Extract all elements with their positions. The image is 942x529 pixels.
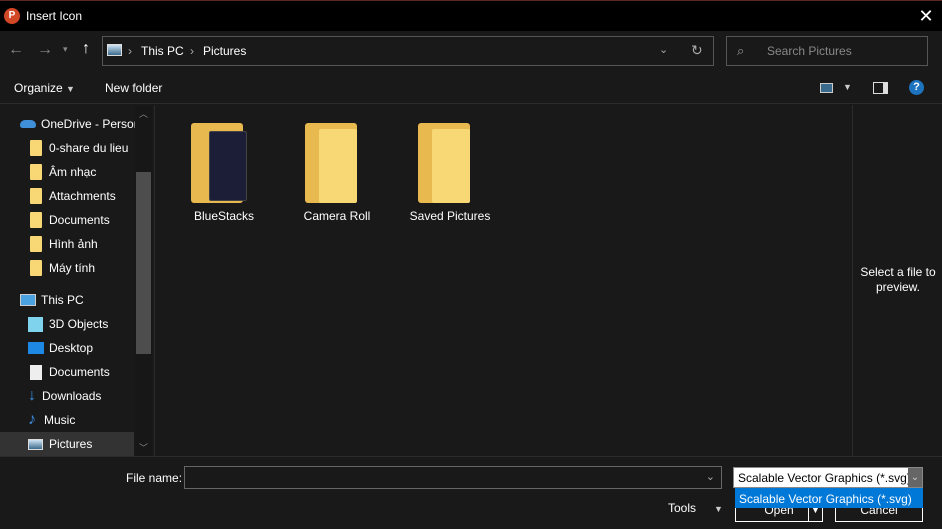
refresh-icon[interactable]: ↻	[691, 42, 703, 59]
computer-icon	[20, 294, 36, 306]
navigation-pane: OneDrive - Personal 0-share du lieu Âm n…	[0, 105, 153, 456]
sidebar-item-label: Âm nhạc	[49, 165, 97, 179]
view-dropdown-icon[interactable]: ▼	[843, 82, 852, 92]
sidebar-item-label: Documents	[49, 213, 110, 227]
sidebar-item-label: OneDrive - Personal	[41, 117, 150, 131]
help-icon[interactable]: ?	[909, 80, 924, 95]
chevron-down-icon[interactable]: ⌄	[706, 470, 715, 483]
sidebar-item-label: Downloads	[42, 389, 102, 403]
address-dropdown-icon[interactable]: ⌄	[659, 43, 668, 56]
breadcrumb-pictures[interactable]: Pictures	[203, 44, 246, 58]
file-list: BlueStacks Camera Roll Saved Pictures	[154, 105, 852, 456]
pictures-icon	[28, 438, 43, 450]
tools-label: Tools	[668, 501, 697, 515]
preview-pane: Select a file to preview.	[852, 105, 942, 456]
file-type-select[interactable]: Scalable Vector Graphics (*.svg) ⌄	[733, 467, 923, 488]
file-name: BlueStacks	[193, 209, 255, 223]
folder-icon	[30, 164, 42, 180]
new-folder-button[interactable]: New folder	[105, 81, 162, 95]
scroll-up-icon[interactable]: ︿	[139, 107, 148, 120]
tools-button[interactable]: Tools ▼	[668, 501, 723, 515]
sidebar-item-label: Attachments	[49, 189, 116, 203]
folder-icon	[418, 123, 470, 203]
file-name-label: File name:	[126, 471, 183, 485]
breadcrumb-this-pc[interactable]: This PC	[141, 44, 184, 58]
folder-icon	[30, 212, 42, 228]
desktop-icon	[28, 342, 44, 354]
folder-icon	[30, 236, 42, 252]
command-bar: Organize ▼ New folder ▼ ?	[0, 72, 942, 104]
search-icon: ⌕	[737, 43, 745, 58]
document-icon	[30, 364, 42, 380]
file-type-value: Scalable Vector Graphics (*.svg)	[738, 471, 911, 485]
title-bar: P Insert Icon ✕	[0, 0, 942, 31]
file-name-input[interactable]: ⌄	[184, 466, 722, 489]
sidebar-item-this-pc[interactable]: This PC	[20, 288, 154, 312]
file-type-dropdown-list[interactable]: Scalable Vector Graphics (*.svg)	[735, 488, 923, 508]
preview-message: Select a file to preview.	[860, 265, 936, 294]
sidebar-item-label: Máy tính	[49, 261, 96, 275]
sidebar-item-onedrive[interactable]: OneDrive - Personal	[20, 112, 154, 136]
download-icon: ↓	[28, 387, 36, 404]
address-bar[interactable]: › This PC › Pictures ⌄ ↻	[102, 36, 714, 66]
navigation-scrollbar[interactable]: ︿ ﹀	[135, 105, 152, 456]
back-icon[interactable]: ←	[8, 41, 24, 59]
close-icon[interactable]: ✕	[912, 3, 940, 29]
preview-pane-icon[interactable]	[873, 82, 888, 94]
sidebar-item-label: Pictures	[49, 437, 93, 451]
onedrive-icon	[20, 120, 36, 128]
scroll-down-icon[interactable]: ﹀	[139, 441, 148, 454]
search-box[interactable]: ⌕ Search Pictures	[726, 36, 928, 66]
navigation-bar: ← → ▾ ↑ › This PC › Pictures ⌄ ↻ ⌕ Searc…	[0, 31, 942, 72]
sidebar-item-label: Desktop	[49, 341, 94, 355]
sidebar-item-label: 0-share du lieu	[49, 141, 129, 155]
forward-icon[interactable]: →	[37, 41, 53, 59]
window-title: Insert Icon	[26, 9, 83, 23]
cube-icon	[28, 316, 43, 332]
folder-icon	[30, 188, 42, 204]
sidebar-item-label: Hình ảnh	[49, 237, 98, 251]
sidebar-item-label: Music	[44, 413, 76, 427]
organize-label: Organize	[14, 81, 63, 95]
sidebar-item-label: Documents	[49, 365, 110, 379]
organize-button[interactable]: Organize ▼	[14, 81, 75, 95]
chevron-down-icon[interactable]: ⌄	[908, 468, 922, 487]
scrollbar-thumb[interactable]	[136, 172, 151, 354]
view-options-icon[interactable]	[820, 83, 833, 93]
folder-icon	[30, 140, 42, 156]
up-icon[interactable]: ↑	[82, 40, 90, 58]
folder-icon	[305, 123, 357, 203]
breadcrumb-separator: ›	[128, 44, 132, 58]
folder-icon	[30, 260, 42, 276]
pictures-icon	[107, 44, 122, 56]
file-name: Saved Pictures	[409, 209, 491, 223]
folder-with-preview-icon	[191, 123, 247, 203]
powerpoint-icon: P	[4, 8, 20, 24]
file-type-option[interactable]: Scalable Vector Graphics (*.svg)	[739, 492, 912, 506]
file-name: Camera Roll	[303, 209, 371, 223]
sidebar-item-pictures[interactable]: Pictures	[0, 432, 134, 456]
music-icon: ♪	[28, 411, 36, 428]
footer: File name: ⌄ Scalable Vector Graphics (*…	[0, 456, 942, 529]
recent-locations-chevron-icon[interactable]: ▾	[63, 44, 68, 55]
sidebar-item-label: This PC	[41, 293, 84, 307]
search-input[interactable]: Search Pictures	[767, 44, 852, 58]
sidebar-item-label: 3D Objects	[49, 317, 109, 331]
breadcrumb-separator: ›	[190, 44, 194, 58]
